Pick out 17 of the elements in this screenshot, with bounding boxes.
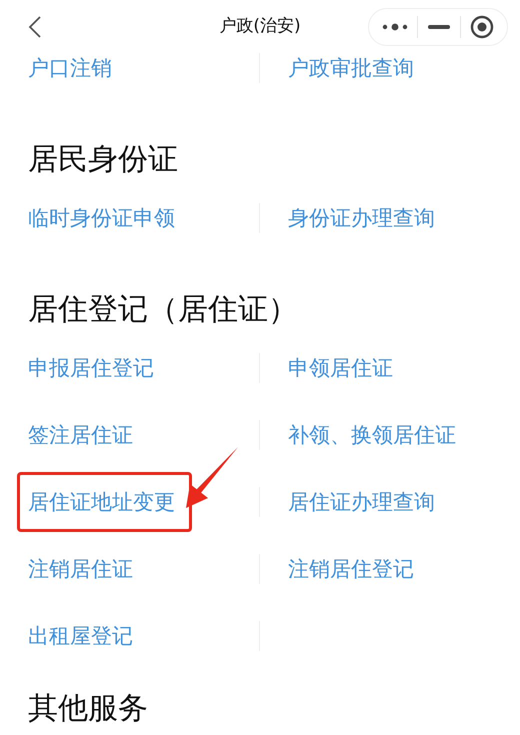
service-link[interactable]: 户口注销	[28, 54, 112, 82]
service-link[interactable]: 居住证办理查询	[288, 488, 435, 516]
service-link[interactable]: 临时身份证申领	[28, 204, 175, 232]
service-link[interactable]: 申领居住证	[288, 354, 393, 382]
service-link[interactable]: 户政审批查询	[288, 54, 414, 82]
service-link[interactable]: 注销居住证	[28, 554, 133, 582]
page-title: 户政(治安)	[219, 14, 301, 36]
service-link[interactable]: 居住证地址变更	[17, 472, 192, 532]
service-link[interactable]: 申报居住登记	[28, 354, 154, 382]
service-link[interactable]: 签注居住证	[28, 420, 133, 448]
service-link[interactable]: 注销居住登记	[288, 554, 414, 582]
section-heading: 居住登记（居住证）	[27, 291, 299, 329]
section-heading: 居民身份证	[27, 141, 179, 179]
section-heading: 其他服务	[27, 690, 149, 728]
service-link[interactable]: 身份证办理查询	[288, 204, 435, 232]
service-link[interactable]: 补领、换领居住证	[288, 420, 456, 448]
service-link[interactable]: 出租屋登记	[28, 622, 133, 650]
